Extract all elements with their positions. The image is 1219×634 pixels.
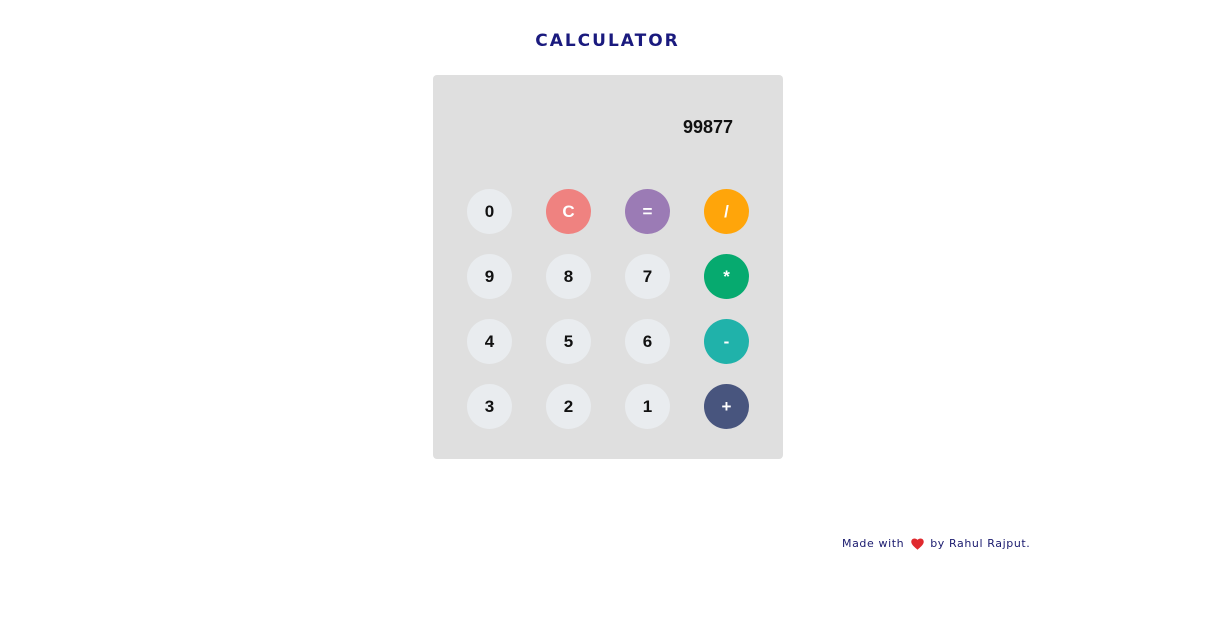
calculator-panel: 99877 0 C = / 9 8 7 * 4 5 6 - 3 2 1 +	[433, 75, 783, 459]
digit-2-button[interactable]: 2	[546, 384, 591, 429]
footer-credit: Made with by Rahul Rajput.	[842, 537, 1030, 550]
digit-0-button[interactable]: 0	[467, 189, 512, 234]
digit-7-button[interactable]: 7	[625, 254, 670, 299]
heart-icon	[911, 537, 924, 550]
digit-9-button[interactable]: 9	[467, 254, 512, 299]
clear-button[interactable]: C	[546, 189, 591, 234]
divide-button[interactable]: /	[704, 189, 749, 234]
equals-button[interactable]: =	[625, 189, 670, 234]
page-title: CALCULATOR	[535, 31, 680, 51]
digit-1-button[interactable]: 1	[625, 384, 670, 429]
footer-prefix: Made with	[842, 537, 905, 550]
multiply-button[interactable]: *	[704, 254, 749, 299]
add-button[interactable]: +	[704, 384, 749, 429]
digit-8-button[interactable]: 8	[546, 254, 591, 299]
digit-6-button[interactable]: 6	[625, 319, 670, 364]
digit-3-button[interactable]: 3	[467, 384, 512, 429]
footer-author: by Rahul Rajput.	[930, 537, 1031, 550]
digit-5-button[interactable]: 5	[546, 319, 591, 364]
subtract-button[interactable]: -	[704, 319, 749, 364]
digit-4-button[interactable]: 4	[467, 319, 512, 364]
calculator-display: 99877	[682, 117, 733, 137]
